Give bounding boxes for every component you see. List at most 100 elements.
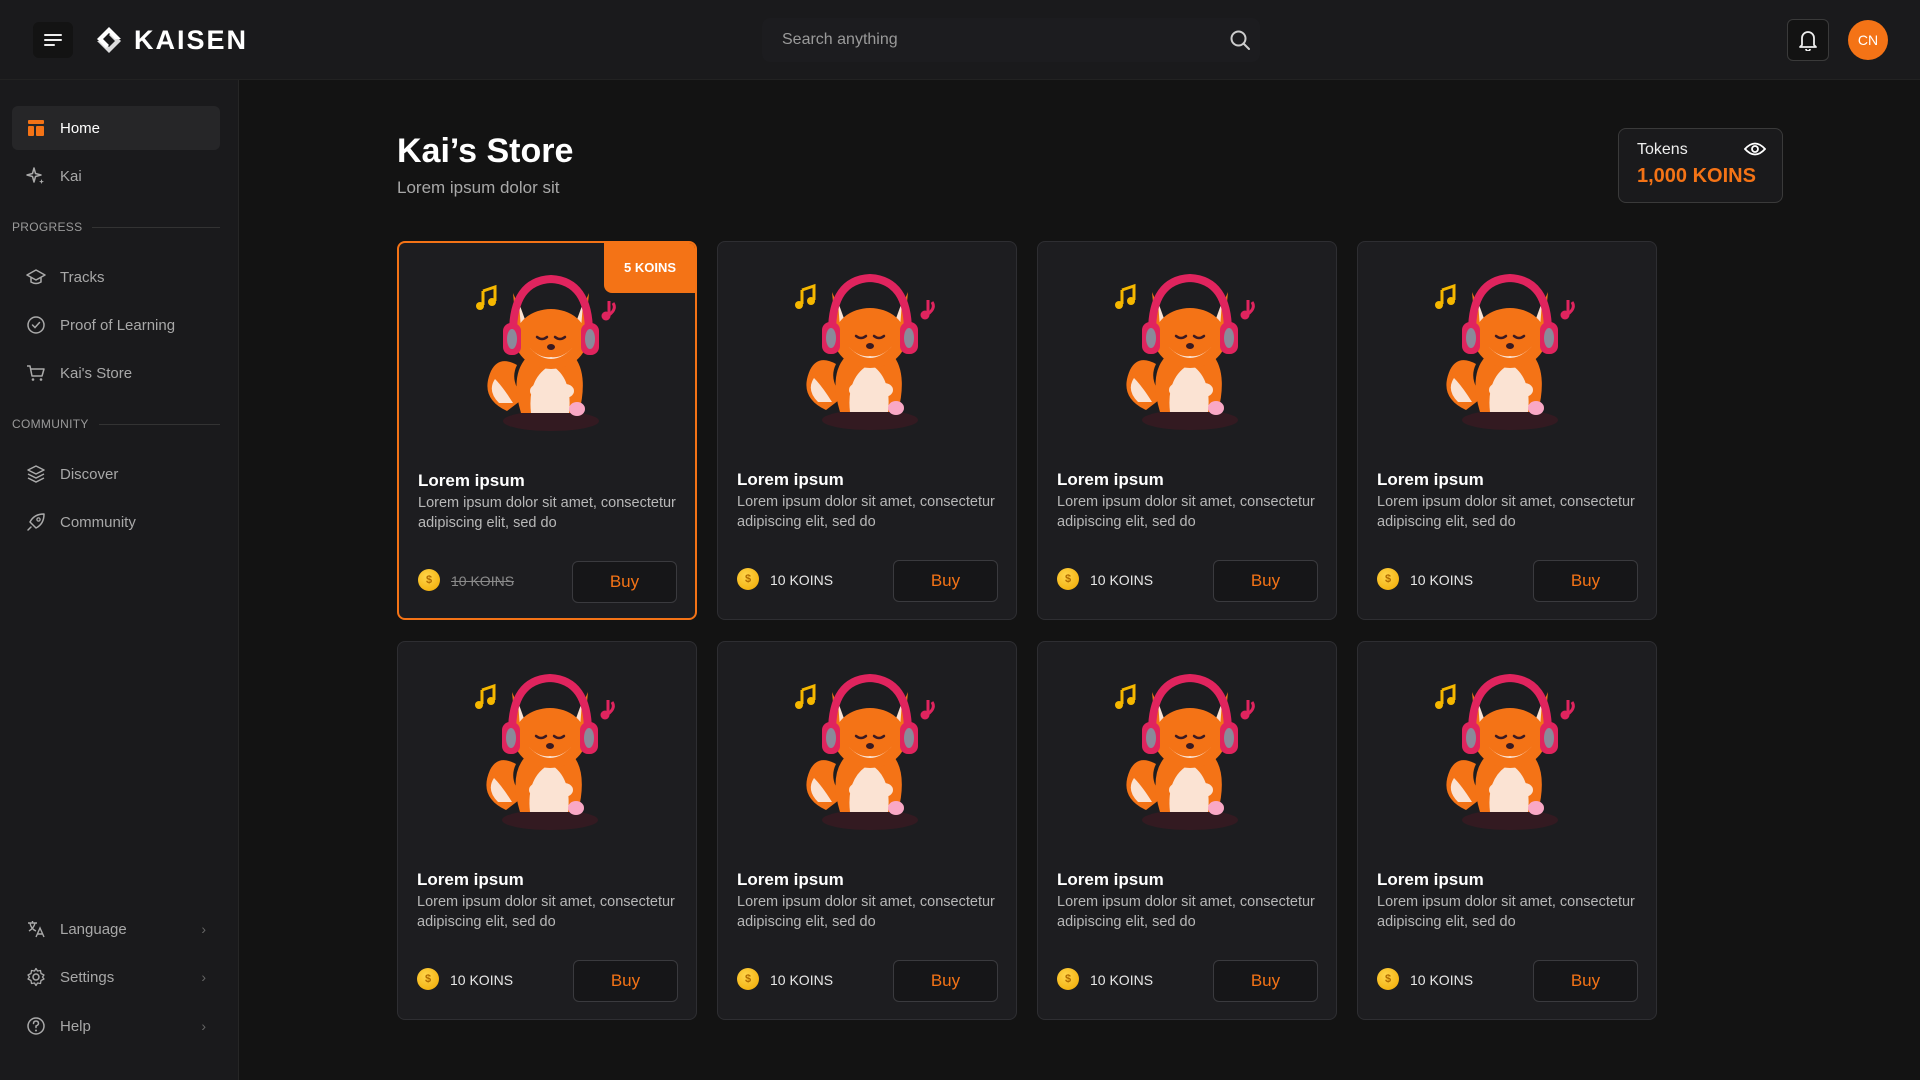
sidebar-item-home[interactable]: Home bbox=[12, 106, 220, 150]
sidebar-item-tracks[interactable]: Tracks bbox=[12, 255, 220, 299]
sidebar-item-kais-store[interactable]: Kai's Store bbox=[12, 351, 220, 395]
coin-icon: $ bbox=[737, 968, 759, 990]
sidebar-item-language[interactable]: Language › bbox=[12, 907, 220, 951]
sidebar-item-label: Proof of Learning bbox=[60, 316, 176, 334]
notifications-button[interactable] bbox=[1787, 19, 1829, 61]
product-card[interactable]: Lorem ipsum Lorem ipsum dolor sit amet, c… bbox=[1357, 641, 1657, 1020]
page-title: Kai’s Store bbox=[397, 132, 574, 170]
product-price: 10 KOINS bbox=[1090, 972, 1154, 988]
product-description: Lorem ipsum dolor sit amet, consectetur … bbox=[737, 494, 995, 530]
sidebar-item-label: Discover bbox=[60, 465, 119, 483]
sidebar-item-proof-of-learning[interactable]: Proof of Learning bbox=[12, 303, 220, 347]
eye-icon[interactable] bbox=[1743, 141, 1767, 162]
coin-icon: $ bbox=[417, 968, 439, 990]
product-card[interactable]: Lorem ipsum Lorem ipsum dolor sit amet, c… bbox=[1037, 241, 1337, 620]
product-card[interactable]: 5 KOINS Lorem ipsum Lorem ipsum dolor sit … bbox=[397, 241, 697, 620]
section-label-progress: PROGRESS bbox=[12, 220, 220, 234]
sidebar-item-label: Language bbox=[60, 920, 127, 938]
product-description: Lorem ipsum dolor sit amet, consectetur … bbox=[417, 894, 675, 930]
app-name: KAISEN bbox=[134, 24, 249, 55]
product-description: Lorem ipsum dolor sit amet, consectetur … bbox=[1057, 494, 1315, 530]
product-name: Lorem ipsum bbox=[1057, 470, 1164, 489]
sidebar-item-discover[interactable]: Discover bbox=[12, 452, 220, 496]
coin-icon: $ bbox=[1057, 968, 1079, 990]
help-circle-icon bbox=[27, 1017, 45, 1035]
sidebar-item-label: Kai bbox=[60, 167, 82, 185]
kaisen-logo-icon bbox=[97, 27, 121, 53]
search-input[interactable] bbox=[762, 18, 1220, 62]
bell-icon bbox=[1799, 31, 1817, 51]
fox-headphones-image bbox=[1115, 273, 1255, 430]
fox-headphones-image bbox=[475, 673, 615, 830]
sidebar-item-kai[interactable]: Kai bbox=[12, 154, 220, 198]
menu-button[interactable] bbox=[33, 22, 73, 58]
product-description: Lorem ipsum dolor sit amet, consectetur … bbox=[1057, 894, 1315, 930]
check-circle-icon bbox=[27, 316, 45, 334]
graduation-cap-icon bbox=[26, 269, 46, 285]
product-name: Lorem ipsum bbox=[737, 470, 844, 489]
home-icon bbox=[28, 120, 44, 136]
tokens-card: Tokens 1,000 KOINS bbox=[1618, 128, 1783, 203]
section-label-community: COMMUNITY bbox=[12, 417, 220, 431]
sidebar-item-label: Help bbox=[60, 1017, 91, 1035]
page-subtitle: Lorem ipsum dolor sit bbox=[397, 178, 560, 197]
buy-button[interactable]: Buy bbox=[893, 960, 998, 1002]
buy-button[interactable]: Buy bbox=[1533, 560, 1638, 602]
product-price: 10 KOINS bbox=[1410, 972, 1474, 988]
translate-icon bbox=[28, 921, 45, 938]
product-card[interactable]: Lorem ipsum Lorem ipsum dolor sit amet, c… bbox=[717, 241, 1017, 620]
app-logo[interactable]: KAISEN bbox=[94, 24, 248, 56]
buy-button[interactable]: Buy bbox=[573, 960, 678, 1002]
product-description: Lorem ipsum dolor sit amet, consectetur … bbox=[1377, 894, 1635, 930]
product-card[interactable]: Lorem ipsum Lorem ipsum dolor sit amet, c… bbox=[717, 641, 1017, 1020]
product-name: Lorem ipsum bbox=[737, 870, 844, 889]
search-icon[interactable] bbox=[1220, 29, 1260, 51]
product-name: Lorem ipsum bbox=[1377, 470, 1484, 489]
product-name: Lorem ipsum bbox=[1377, 870, 1484, 889]
sidebar-item-community[interactable]: Community bbox=[12, 500, 220, 544]
buy-button[interactable]: Buy bbox=[1213, 560, 1318, 602]
product-card[interactable]: Lorem ipsum Lorem ipsum dolor sit amet, c… bbox=[1357, 241, 1657, 620]
product-price: 10 KOINS bbox=[450, 972, 514, 988]
product-price: 10 KOINS bbox=[451, 573, 515, 589]
coin-icon: $ bbox=[737, 568, 759, 590]
buy-button[interactable]: Buy bbox=[1533, 960, 1638, 1002]
product-name: Lorem ipsum bbox=[418, 471, 525, 490]
discount-badge: 5 KOINS bbox=[604, 243, 695, 293]
buy-button[interactable]: Buy bbox=[572, 561, 677, 603]
sidebar-item-label: Home bbox=[60, 119, 101, 137]
buy-button[interactable]: Buy bbox=[1213, 960, 1318, 1002]
tokens-value: 1,000 KOINS bbox=[1637, 165, 1756, 187]
product-price: 10 KOINS bbox=[1410, 572, 1474, 588]
sidebar-item-label: Kai's Store bbox=[60, 364, 133, 382]
sidebar-item-label: Tracks bbox=[60, 268, 105, 286]
product-card[interactable]: Lorem ipsum Lorem ipsum dolor sit amet, c… bbox=[397, 641, 697, 1020]
buy-button[interactable]: Buy bbox=[893, 560, 998, 602]
coin-icon: $ bbox=[418, 569, 440, 591]
cart-icon bbox=[27, 365, 45, 381]
product-price: 10 KOINS bbox=[1090, 572, 1154, 588]
chevron-right-icon: › bbox=[201, 1018, 206, 1034]
sidebar: Home Kai PROGRESS Tracks Proof of Learni… bbox=[0, 80, 239, 1080]
coin-icon: $ bbox=[1377, 968, 1399, 990]
menu-icon bbox=[44, 34, 62, 46]
chevron-right-icon: › bbox=[201, 969, 206, 985]
rocket-icon bbox=[27, 513, 45, 531]
product-description: Lorem ipsum dolor sit amet, consectetur … bbox=[1377, 494, 1635, 530]
product-name: Lorem ipsum bbox=[1057, 870, 1164, 889]
sidebar-item-settings[interactable]: Settings › bbox=[12, 955, 220, 999]
search-bar bbox=[762, 18, 1260, 62]
coin-icon: $ bbox=[1057, 568, 1079, 590]
chevron-right-icon: › bbox=[201, 921, 206, 937]
coin-icon: $ bbox=[1377, 568, 1399, 590]
sidebar-item-label: Community bbox=[60, 513, 136, 531]
sidebar-item-help[interactable]: Help › bbox=[12, 1004, 220, 1048]
product-price: 10 KOINS bbox=[770, 572, 834, 588]
fox-headphones-image bbox=[795, 673, 935, 830]
sparkle-icon bbox=[26, 167, 44, 184]
avatar[interactable]: CN bbox=[1848, 20, 1888, 60]
gear-icon bbox=[27, 967, 45, 987]
sidebar-item-label: Settings bbox=[60, 968, 115, 986]
product-card[interactable]: Lorem ipsum Lorem ipsum dolor sit amet, c… bbox=[1037, 641, 1337, 1020]
fox-headphones-image bbox=[1115, 673, 1255, 830]
